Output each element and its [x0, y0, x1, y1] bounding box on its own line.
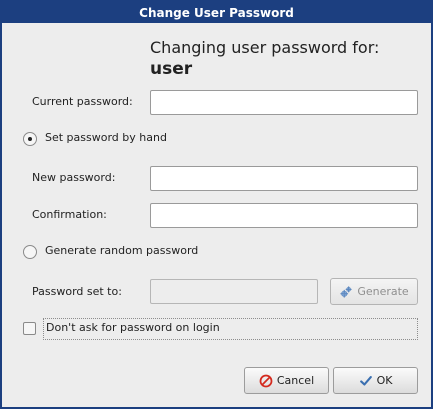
generate-random-radio[interactable]	[23, 245, 37, 259]
generate-random-label[interactable]: Generate random password	[45, 244, 198, 258]
gear-icon	[340, 285, 352, 298]
cancel-button[interactable]: Cancel	[244, 367, 329, 394]
radio-selected-dot	[28, 137, 32, 141]
confirmation-label: Confirmation:	[32, 208, 107, 221]
generate-button[interactable]: Generate	[330, 278, 418, 305]
dont-ask-label[interactable]: Don't ask for password on login	[46, 321, 220, 335]
generate-button-label: Generate	[357, 285, 409, 298]
confirmation-input[interactable]	[150, 203, 418, 228]
dialog-title: Change User Password	[2, 2, 431, 23]
ok-button[interactable]: OK	[333, 367, 418, 394]
change-password-dialog: Change User Password Changing user passw…	[0, 0, 433, 409]
cancel-icon	[259, 374, 273, 387]
ok-button-label: OK	[376, 374, 393, 387]
dialog-heading: Changing user password for:	[150, 38, 380, 57]
dont-ask-checkbox[interactable]	[23, 322, 36, 335]
password-set-to-label: Password set to:	[32, 285, 122, 298]
checkmark-icon	[359, 375, 372, 386]
current-password-label: Current password:	[32, 95, 133, 108]
current-password-input[interactable]	[150, 90, 418, 115]
new-password-input[interactable]	[150, 166, 418, 191]
new-password-label: New password:	[32, 171, 116, 184]
username-label: user	[150, 59, 193, 79]
password-set-to-field	[150, 279, 318, 304]
set-by-hand-label[interactable]: Set password by hand	[45, 131, 167, 145]
set-by-hand-radio[interactable]	[23, 132, 37, 146]
cancel-button-label: Cancel	[276, 374, 315, 387]
